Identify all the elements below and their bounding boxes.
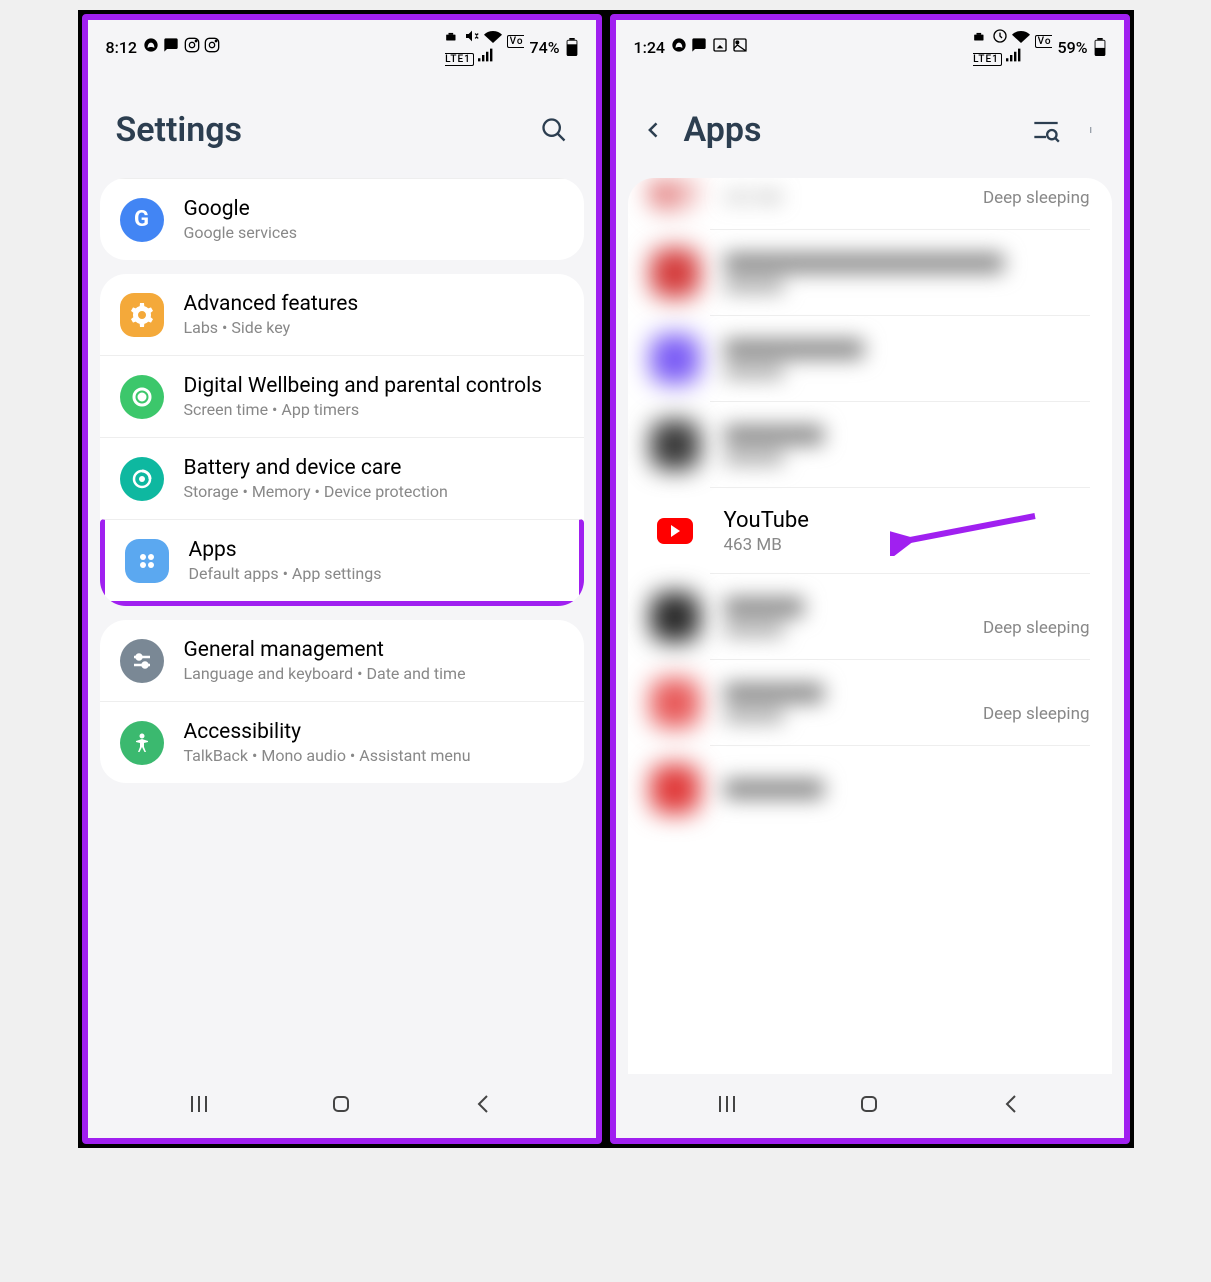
item-subtitle: Google services xyxy=(184,223,564,242)
phone-apps: 1:24 VoLTE1 59% xyxy=(610,14,1130,1144)
nav-home[interactable] xyxy=(329,1092,353,1120)
app-icon-blurred xyxy=(650,334,700,384)
google-icon: G xyxy=(120,198,164,242)
app-row-blurred[interactable] xyxy=(640,402,1100,488)
settings-item-accessibility[interactable]: Accessibility TalkBack • Mono audio • As… xyxy=(100,701,584,783)
app-icon-blurred xyxy=(650,678,700,728)
app-row-blurred[interactable] xyxy=(640,230,1100,316)
gear-icon xyxy=(120,293,164,337)
page-header: Settings xyxy=(88,70,596,178)
sliders-icon xyxy=(120,639,164,683)
status-bar: 1:24 VoLTE1 59% xyxy=(616,20,1124,70)
app-icon-blurred xyxy=(650,764,700,814)
item-subtitle: Screen time • App timers xyxy=(184,400,564,419)
status-time: 8:12 xyxy=(106,38,138,57)
status-time: 1:24 xyxy=(634,38,666,57)
settings-item-general[interactable]: General management Language and keyboard… xyxy=(100,620,584,701)
app-icon-blurred xyxy=(650,592,700,642)
status-right-icons: VoLTE1 xyxy=(445,28,523,66)
settings-item-advanced[interactable]: Advanced features Labs • Side key xyxy=(100,274,584,355)
nav-back[interactable] xyxy=(472,1092,496,1120)
page-title: Settings xyxy=(116,110,243,150)
app-row-blurred[interactable]: Deep sleeping xyxy=(640,574,1100,660)
status-battery: 59% xyxy=(1058,38,1088,57)
deep-sleeping-tag: Deep sleeping xyxy=(983,704,1090,724)
battery-icon xyxy=(566,38,578,56)
settings-card-features: Advanced features Labs • Side key Digita… xyxy=(100,274,584,606)
status-left-icons xyxy=(143,37,220,57)
app-row-blurred[interactable] xyxy=(640,746,1100,832)
nav-bar xyxy=(88,1074,596,1138)
more-icon[interactable] xyxy=(1090,116,1096,144)
settings-item-google[interactable]: G Google Google services xyxy=(100,178,584,260)
settings-item-apps[interactable]: Apps Default apps • App settings xyxy=(100,519,584,606)
app-row-partial[interactable]: 303 MB Deep sleeping xyxy=(640,178,1100,230)
apps-icon xyxy=(125,539,169,583)
item-title: General management xyxy=(184,638,564,662)
status-right-icons: VoLTE1 xyxy=(973,28,1051,66)
app-size: 463 MB xyxy=(724,535,1090,555)
apps-list[interactable]: 303 MB Deep sleeping xyxy=(628,178,1112,1074)
item-title: Google xyxy=(184,197,564,221)
status-bar: 8:12 VoLTE1 74% xyxy=(88,20,596,70)
settings-card-general: General management Language and keyboard… xyxy=(100,620,584,783)
nav-back[interactable] xyxy=(1000,1092,1024,1120)
settings-item-battery[interactable]: Battery and device care Storage • Memory… xyxy=(100,437,584,519)
nav-home[interactable] xyxy=(857,1092,881,1120)
page-title: Apps xyxy=(684,110,762,150)
app-row-blurred[interactable] xyxy=(640,316,1100,402)
settings-card-google: G Google Google services xyxy=(100,178,584,260)
nav-bar xyxy=(616,1074,1124,1138)
app-icon-blurred xyxy=(650,420,700,470)
item-subtitle: TalkBack • Mono audio • Assistant menu xyxy=(184,746,564,765)
page-header: Apps xyxy=(616,70,1124,178)
device-care-icon xyxy=(120,457,164,501)
item-title: Advanced features xyxy=(184,292,564,316)
item-title: Apps xyxy=(189,538,559,562)
battery-icon xyxy=(1094,38,1106,56)
nav-recents[interactable] xyxy=(715,1092,739,1120)
wellbeing-icon xyxy=(120,375,164,419)
item-title: Digital Wellbeing and parental controls xyxy=(184,374,564,398)
item-title: Accessibility xyxy=(184,720,564,744)
status-left-icons xyxy=(671,37,748,57)
phone-settings: 8:12 VoLTE1 74% xyxy=(82,14,602,1144)
status-battery: 74% xyxy=(530,38,560,57)
deep-sleeping-tag: Deep sleeping xyxy=(983,618,1090,638)
item-subtitle: Storage • Memory • Device protection xyxy=(184,482,564,501)
item-subtitle: Language and keyboard • Date and time xyxy=(184,664,564,683)
deep-sleeping-tag: Deep sleeping xyxy=(983,188,1090,208)
app-size: 303 MB xyxy=(724,188,960,208)
accessibility-icon xyxy=(120,721,164,765)
back-icon[interactable] xyxy=(644,120,664,140)
app-name: YouTube xyxy=(724,508,1090,533)
item-title: Battery and device care xyxy=(184,456,564,480)
item-subtitle: Default apps • App settings xyxy=(189,564,559,583)
nav-recents[interactable] xyxy=(187,1092,211,1120)
app-row-blurred[interactable]: Deep sleeping xyxy=(640,660,1100,746)
filter-search-icon[interactable] xyxy=(1032,116,1060,144)
item-subtitle: Labs • Side key xyxy=(184,318,564,337)
youtube-icon xyxy=(650,506,700,556)
app-row-youtube[interactable]: YouTube 463 MB xyxy=(640,488,1100,574)
app-icon-blurred xyxy=(650,248,700,298)
search-icon[interactable] xyxy=(540,116,568,144)
settings-item-wellbeing[interactable]: Digital Wellbeing and parental controls … xyxy=(100,355,584,437)
